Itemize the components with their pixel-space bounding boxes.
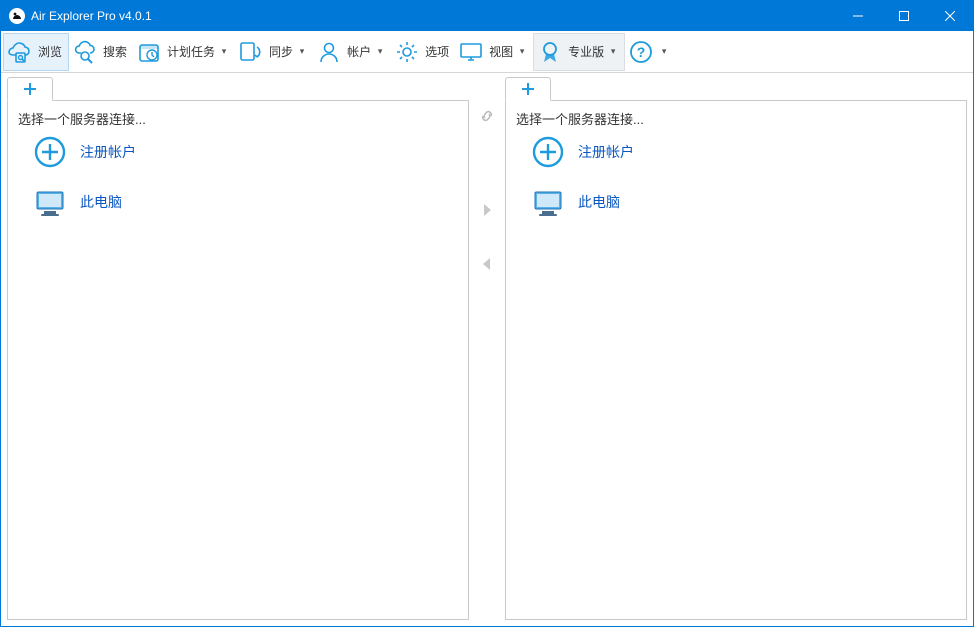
add-circle-icon <box>32 134 68 170</box>
this-pc-row[interactable]: 此电脑 <box>32 184 458 220</box>
toolbar-tasks[interactable]: 计划任务 ▾ <box>133 33 235 71</box>
chevron-down-icon: ▾ <box>659 46 669 57</box>
arrow-right-icon[interactable] <box>478 201 496 219</box>
chevron-down-icon: ▾ <box>297 46 307 57</box>
toolbar-label: 视图 <box>489 43 513 60</box>
link-icon[interactable] <box>478 107 496 125</box>
new-tab-button[interactable] <box>7 77 53 101</box>
chevron-down-icon: ▾ <box>375 46 385 57</box>
new-tab-button[interactable] <box>505 77 551 101</box>
search-icon <box>71 38 99 66</box>
add-circle-icon <box>530 134 566 170</box>
chevron-down-icon: ▾ <box>608 46 618 57</box>
toolbar-label: 计划任务 <box>167 43 215 60</box>
minimize-button[interactable] <box>835 1 881 31</box>
window-controls <box>835 1 973 31</box>
connect-prompt: 选择一个服务器连接... <box>516 109 956 128</box>
toolbar-label: 帐户 <box>347 43 371 60</box>
register-account-row[interactable]: 注册帐户 <box>530 134 956 170</box>
pane-body-left: 选择一个服务器连接... 注册帐户 此电脑 <box>7 101 469 620</box>
right-pane: 选择一个服务器连接... 注册帐户 此电脑 <box>499 73 973 626</box>
chevron-down-icon: ▾ <box>219 46 229 57</box>
computer-icon <box>530 184 566 220</box>
sync-icon <box>237 38 265 66</box>
monitor-icon <box>457 38 485 66</box>
toolbar-accounts[interactable]: 帐户 ▾ <box>313 33 391 71</box>
toolbar-options[interactable]: 选项 <box>391 33 455 71</box>
window-title: Air Explorer Pro v4.0.1 <box>31 9 835 23</box>
left-pane: 选择一个服务器连接... 注册帐户 此电脑 <box>1 73 475 626</box>
toolbar-label: 选项 <box>425 43 449 60</box>
toolbar-sync[interactable]: 同步 ▾ <box>235 33 313 71</box>
tasks-icon <box>135 38 163 66</box>
toolbar-view[interactable]: 视图 ▾ <box>455 33 533 71</box>
close-button[interactable] <box>927 1 973 31</box>
this-pc-label: 此电脑 <box>578 192 620 212</box>
this-pc-row[interactable]: 此电脑 <box>530 184 956 220</box>
toolbar-label: 同步 <box>269 43 293 60</box>
arrow-left-icon[interactable] <box>478 255 496 273</box>
center-controls <box>475 73 499 626</box>
main-toolbar: 浏览 搜索 计划任务 ▾ 同步 ▾ 帐户 ▾ 选项 <box>1 31 973 73</box>
toolbar-label: 专业版 <box>568 43 604 60</box>
tab-strip-right <box>505 75 967 101</box>
register-account-label: 注册帐户 <box>80 142 136 162</box>
accounts-icon <box>315 38 343 66</box>
connect-prompt: 选择一个服务器连接... <box>18 109 458 128</box>
help-icon: ? <box>627 38 655 66</box>
plus-icon <box>23 82 37 96</box>
pane-body-right: 选择一个服务器连接... 注册帐户 此电脑 <box>505 101 967 620</box>
toolbar-label: 搜索 <box>103 43 127 60</box>
tab-strip-left <box>7 75 469 101</box>
app-icon <box>9 8 25 24</box>
chevron-down-icon: ▾ <box>517 46 527 57</box>
toolbar-help[interactable]: ? ▾ <box>625 33 675 71</box>
browse-icon <box>6 38 34 66</box>
register-account-row[interactable]: 注册帐户 <box>32 134 458 170</box>
maximize-button[interactable] <box>881 1 927 31</box>
gear-icon <box>393 38 421 66</box>
workspace: 选择一个服务器连接... 注册帐户 此电脑 <box>1 73 973 626</box>
register-account-label: 注册帐户 <box>578 142 634 162</box>
toolbar-label: 浏览 <box>38 43 62 60</box>
toolbar-pro[interactable]: 专业版 ▾ <box>533 33 625 71</box>
titlebar: Air Explorer Pro v4.0.1 <box>1 1 973 31</box>
svg-text:?: ? <box>637 44 646 60</box>
computer-icon <box>32 184 68 220</box>
this-pc-label: 此电脑 <box>80 192 122 212</box>
toolbar-browse[interactable]: 浏览 <box>3 33 69 71</box>
ribbon-icon <box>536 38 564 66</box>
toolbar-search[interactable]: 搜索 <box>69 33 133 71</box>
plus-icon <box>521 82 535 96</box>
